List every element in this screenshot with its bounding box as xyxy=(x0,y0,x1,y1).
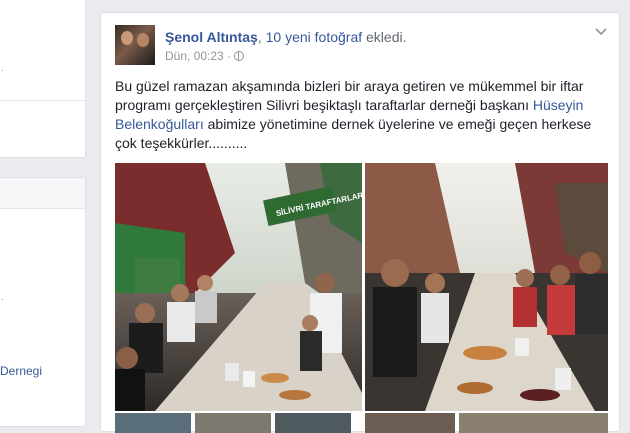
meta-separator: · xyxy=(227,49,232,63)
post-header: Şenol Altıntaş, 10 yeni fotoğraf ekledi. xyxy=(165,29,406,45)
body-text-part1: Bu güzel ramazan akşamında bizleri bir a… xyxy=(115,78,584,113)
post-photo-4[interactable] xyxy=(195,413,271,433)
action-suffix: ekledi. xyxy=(366,29,407,45)
post-photo-1[interactable]: SİLİVRİ TARAFTARLAR xyxy=(115,163,362,411)
chevron-down-icon[interactable] xyxy=(595,27,607,37)
feed-post: Şenol Altıntaş, 10 yeni fotoğraf ekledi.… xyxy=(100,12,620,433)
post-photo-3[interactable] xyxy=(115,413,191,433)
photo-count-link[interactable]: 10 yeni fotoğraf xyxy=(266,29,363,45)
list-bullet: . xyxy=(1,292,4,303)
globe-icon[interactable] xyxy=(234,51,245,61)
author-name-link[interactable]: Şenol Altıntaş xyxy=(165,29,258,45)
list-bullet: . xyxy=(1,63,4,74)
left-sidebar-card-bottom: . xyxy=(0,177,86,427)
author-avatar[interactable] xyxy=(115,25,155,65)
left-sidebar-card-top: . xyxy=(0,0,86,158)
timestamp-link[interactable]: Dün, 00:23 xyxy=(165,49,224,63)
divider xyxy=(0,100,85,101)
post-meta: Dün, 00:23 · xyxy=(165,49,245,63)
post-photo-6[interactable] xyxy=(365,413,455,433)
post-photo-2[interactable] xyxy=(365,163,608,411)
header-comma: , xyxy=(257,29,262,45)
post-photo-5[interactable] xyxy=(275,413,351,433)
post-body: Bu güzel ramazan akşamında bizleri bir a… xyxy=(115,77,611,153)
card-header xyxy=(0,178,85,209)
group-link[interactable]: Dernegi xyxy=(0,364,42,378)
post-photo-7[interactable] xyxy=(459,413,608,433)
